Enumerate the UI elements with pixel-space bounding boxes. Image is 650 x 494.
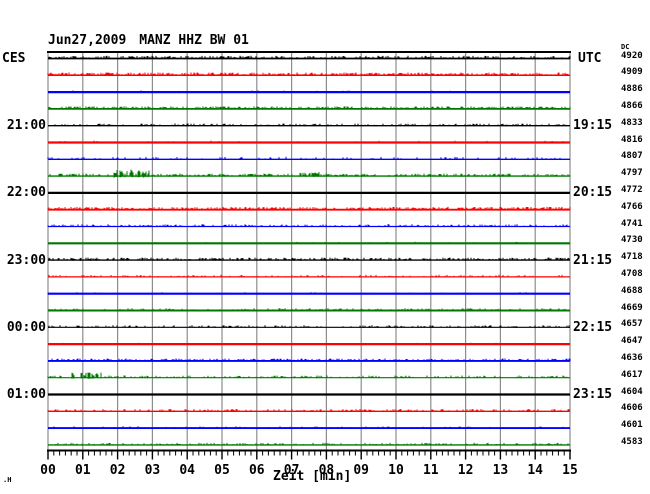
- dc-value: 4920: [621, 50, 643, 61]
- dc-value: 4606: [621, 403, 643, 414]
- dc-value: 4797: [621, 168, 643, 179]
- dc-value: 4669: [621, 302, 643, 313]
- left-time-label: 00:00: [6, 319, 46, 335]
- right-time-label: 20:15: [573, 185, 613, 201]
- x-tick-label: 05: [214, 463, 230, 478]
- right-time-label: 23:15: [573, 387, 613, 402]
- minute-gridlines: [47, 52, 571, 451]
- dc-value: 4708: [621, 268, 643, 279]
- dc-value: 4636: [621, 352, 643, 363]
- dc-value: 4688: [621, 285, 643, 296]
- helicorder-screen: Jun27,2009 MANZ HHZ BW 01 CES UTC DC Zeit…: [0, 0, 650, 494]
- dc-value: 4718: [621, 252, 643, 263]
- x-tick-label: 03: [144, 463, 161, 478]
- dc-value: 4833: [621, 117, 643, 128]
- x-tick-label: 11: [422, 463, 439, 478]
- left-time-label: 21:00: [6, 118, 46, 134]
- left-time-label: 22:00: [6, 185, 46, 201]
- plot-frame: [47, 51, 571, 452]
- dc-value: 4583: [621, 436, 643, 447]
- dc-value: 4730: [621, 235, 643, 246]
- left-time-label: 01:00: [6, 387, 46, 402]
- dc-value: 4647: [621, 336, 643, 347]
- dc-value: 4766: [621, 201, 643, 212]
- dc-value: 4604: [621, 386, 643, 397]
- dc-value: 4866: [621, 100, 643, 111]
- dc-value: 4807: [621, 151, 643, 162]
- x-tick-label: 15: [562, 463, 578, 478]
- dc-value: 4886: [621, 84, 643, 95]
- right-time-label: 19:15: [573, 118, 613, 134]
- x-tick-label: 13: [492, 463, 509, 478]
- dc-value: 4772: [621, 184, 643, 195]
- dc-value: 4617: [621, 369, 643, 380]
- dc-value: 4601: [621, 420, 643, 431]
- dc-value: 4741: [621, 218, 643, 229]
- right-time-label: 21:15: [573, 252, 613, 268]
- left-time-label: 23:00: [6, 252, 46, 268]
- x-tick-label: 09: [353, 463, 370, 478]
- x-axis-ticks: [47, 450, 571, 460]
- x-tick-label: 01: [74, 463, 91, 478]
- helicorder-plot: [47, 51, 571, 460]
- x-tick-label: 00: [40, 463, 56, 478]
- x-tick-label: 07: [283, 463, 300, 478]
- dc-value: 4909: [621, 67, 643, 78]
- x-tick-label: 06: [248, 463, 265, 478]
- x-tick-label: 10: [388, 463, 404, 478]
- dc-value: 4816: [621, 134, 643, 145]
- x-tick-label: 12: [457, 463, 474, 478]
- x-tick-label: 04: [179, 463, 196, 478]
- x-tick-label: 14: [527, 463, 544, 478]
- x-tick-label: 02: [109, 463, 126, 478]
- x-tick-label: 08: [318, 463, 335, 478]
- right-time-label: 22:15: [573, 319, 613, 335]
- seismogram-traces: [47, 55, 571, 446]
- dc-value: 4657: [621, 319, 643, 330]
